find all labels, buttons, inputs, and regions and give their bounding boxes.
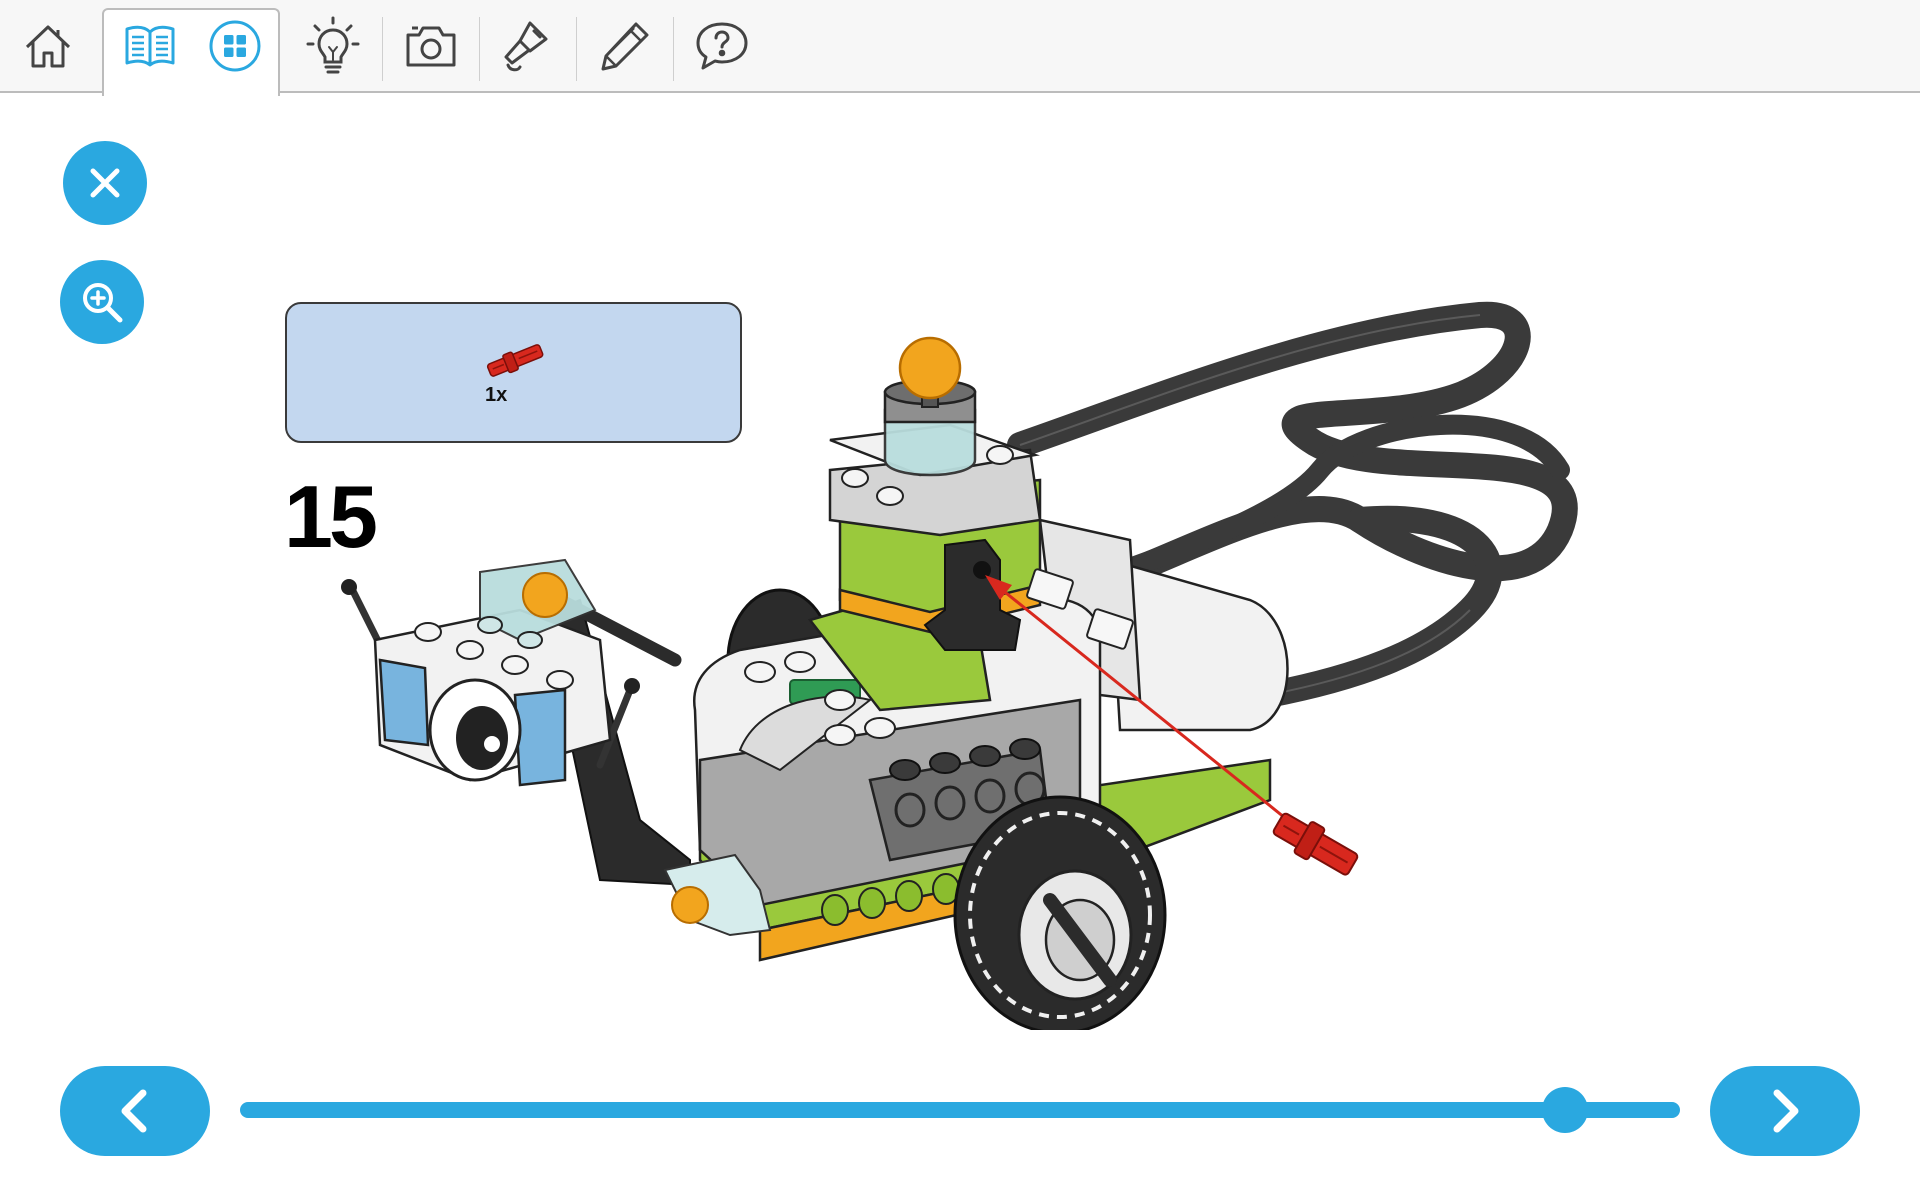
red-axle-pin [1272,812,1359,876]
home-button[interactable] [14,0,82,92]
grid-overview-icon [209,20,261,72]
lightbulb-icon [306,16,360,74]
record-audio-button[interactable] [492,0,562,92]
ideas-button[interactable] [298,0,368,92]
step-progress-thumb[interactable] [1541,1087,1588,1133]
model-illustration [341,301,1578,1030]
toolbar-divider [673,17,674,81]
toolbar-divider [382,17,383,81]
camera-icon [406,26,456,67]
home-icon [25,25,71,68]
step-progress-track[interactable] [240,1102,1680,1118]
building-instructions-tab[interactable] [118,0,182,92]
toolbar-divider [576,17,577,81]
next-step-button[interactable] [1710,1066,1860,1156]
chevron-left-icon [121,1089,147,1133]
toolbar-divider [479,17,480,81]
write-notes-button[interactable] [590,0,660,92]
zoom-in-button[interactable] [60,260,144,344]
close-icon [90,168,120,198]
overview-button[interactable] [206,0,264,92]
microphone-icon [504,21,548,72]
pencil-icon [601,22,649,71]
previous-step-button[interactable] [60,1066,210,1156]
zoom-in-icon [83,283,123,323]
chevron-right-icon [1773,1089,1799,1133]
front-wheel [953,795,1167,1030]
help-button[interactable] [686,0,758,92]
close-button[interactable] [63,141,147,225]
help-speech-icon [696,22,748,70]
camera-button[interactable] [396,0,466,92]
top-toolbar [0,0,1920,96]
building-instructions-icon [125,25,175,67]
